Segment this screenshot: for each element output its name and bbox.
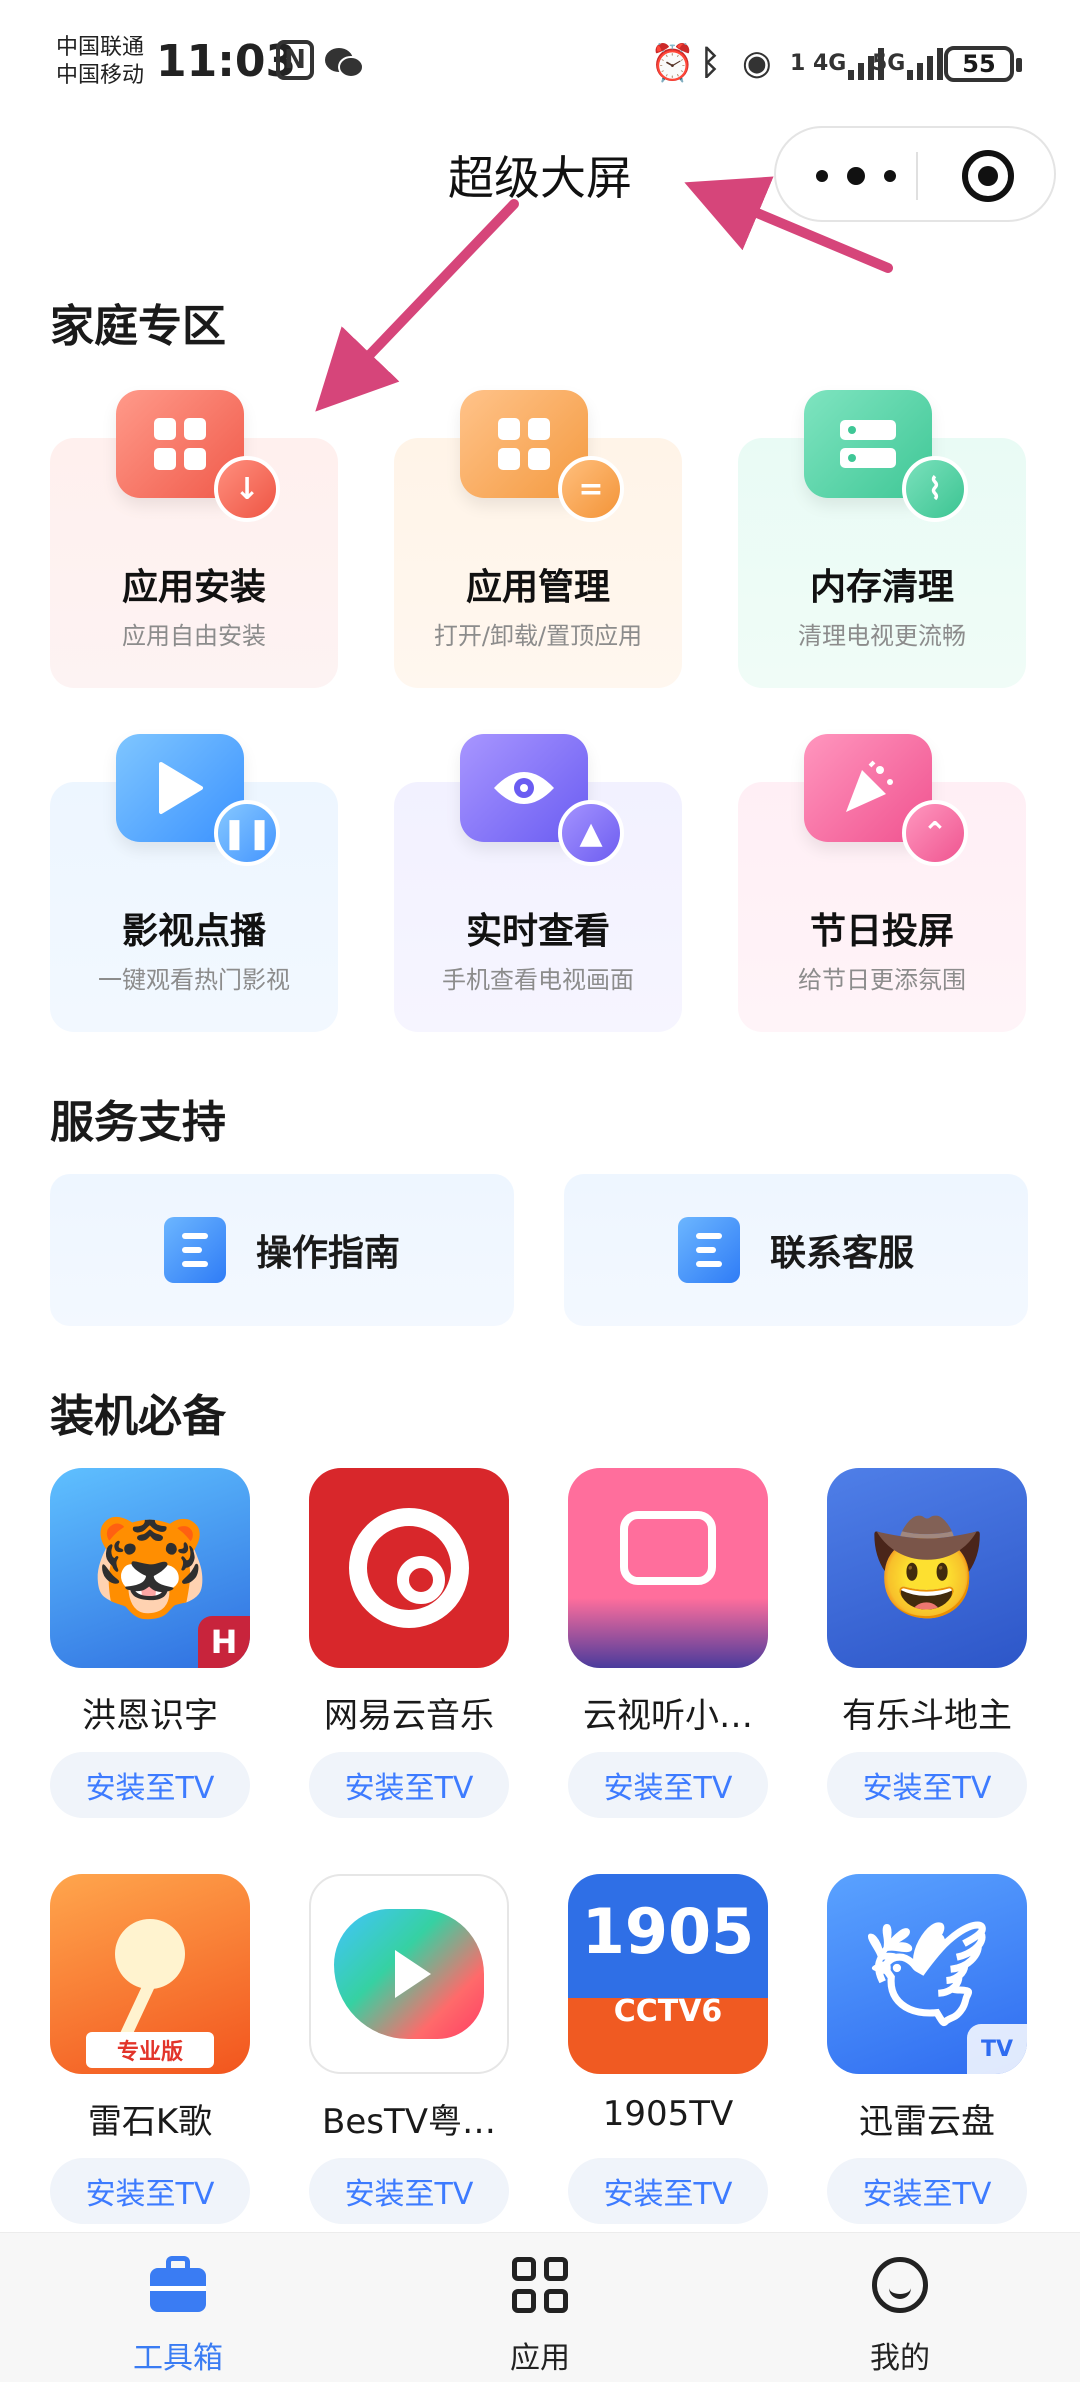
tab-apps[interactable]: 应用 [440, 2233, 640, 2382]
card-subtitle: 打开/卸载/置顶应用 [433, 622, 643, 650]
image-icon: ▲ [558, 800, 624, 866]
card-label: 应用管理 [465, 567, 610, 608]
youle-landlord-icon[interactable]: 🤠 [827, 1468, 1027, 1668]
app-item: 云视听小… 安装至TV [568, 1468, 768, 1818]
install-to-tv-button[interactable]: 安装至TV [568, 2158, 768, 2224]
alarm-icon: ⏰ [650, 43, 695, 84]
app-name: 网易云音乐 [324, 1696, 494, 1736]
app-name: 洪恩识字 [82, 1696, 218, 1736]
card-video-on-demand[interactable]: ❚❚ 影视点播 一键观看热门影视 [50, 734, 338, 1032]
signal-5g-icon: 5G [872, 40, 945, 86]
app-name: 雷石K歌 [87, 2102, 213, 2142]
app-item: 🕊 TV 迅雷云盘 安装至TV [827, 1874, 1027, 2224]
card-subtitle: 应用自由安装 [122, 622, 266, 650]
section-title-home: 家庭专区 [50, 301, 226, 352]
install-to-tv-button[interactable]: 安装至TV [50, 2158, 250, 2224]
cctv-1905-icon[interactable]: 1905 CCTV6 [568, 1874, 768, 2074]
service-label: 操作指南 [255, 1233, 400, 1274]
app-tag: TV [967, 2024, 1027, 2074]
carrier-1: 中国联通 [56, 35, 145, 60]
miniapp-capsule [774, 126, 1056, 222]
download-arrow-icon: ↓ [214, 456, 280, 522]
card-label: 影视点播 [121, 911, 266, 952]
hongen-tiger-icon[interactable]: 🐯 H [50, 1468, 250, 1668]
tab-toolbox[interactable]: 工具箱 [78, 2233, 278, 2382]
app-item: 1905 CCTV6 1905TV 安装至TV [568, 1874, 768, 2224]
install-to-tv-button[interactable]: 安装至TV [309, 2158, 509, 2224]
cast-screen-icon: ⌃ [902, 800, 968, 866]
yunshi-tv-icon[interactable] [568, 1468, 768, 1668]
app-name: 迅雷云盘 [859, 2102, 995, 2142]
tab-label: 我的 [870, 2341, 930, 2376]
app-item: 🤠 有乐斗地主 安装至TV [827, 1468, 1027, 1818]
install-to-tv-button[interactable]: 安装至TV [827, 2158, 1027, 2224]
card-subtitle: 一键观看热门影视 [98, 966, 290, 994]
battery-icon: 55 [944, 46, 1022, 82]
app-item: 专业版 雷石K歌 安装至TV [50, 1874, 250, 2224]
apps-grid-icon [510, 2255, 570, 2315]
card-subtitle: 手机查看电视画面 [442, 966, 634, 994]
service-label: 联系客服 [769, 1233, 914, 1274]
carrier-info: 中国联通 中国移动 [56, 34, 144, 90]
card-app-manage[interactable]: = 应用管理 打开/卸载/置顶应用 [394, 390, 682, 688]
more-menu-icon[interactable] [816, 158, 896, 194]
service-contact-button[interactable]: 联系客服 [564, 1174, 1028, 1326]
section-title-service: 服务支持 [50, 1097, 226, 1148]
tab-label: 工具箱 [133, 2341, 223, 2376]
card-festival-cast[interactable]: ⌃ 节日投屏 给节日更添氛围 [738, 734, 1026, 1032]
xunlei-bird-icon[interactable]: 🕊 TV [827, 1874, 1027, 2074]
app-name: 有乐斗地主 [842, 1696, 1012, 1736]
status-bar: 中国联通 中国移动 11:03 N ⏰ ᛒ ◉ 1 4G 5G 55 [0, 0, 1080, 120]
service-guide-button[interactable]: 操作指南 [50, 1174, 514, 1326]
card-label: 应用安装 [121, 567, 266, 608]
customer-service-icon [677, 1217, 740, 1283]
tab-label: 应用 [510, 2341, 570, 2376]
smile-profile-icon [870, 2255, 930, 2315]
bluetooth-icon: ᛒ [700, 43, 721, 83]
netease-music-icon[interactable] [309, 1468, 509, 1668]
card-subtitle: 给节日更添氛围 [798, 966, 966, 994]
install-to-tv-button[interactable]: 安装至TV [568, 1752, 768, 1818]
guide-doc-icon [163, 1217, 226, 1283]
pause-icon: ❚❚ [214, 800, 280, 866]
card-label: 实时查看 [465, 911, 610, 952]
card-app-install[interactable]: ↓ 应用安装 应用自由安装 [50, 390, 338, 688]
toolbox-icon [148, 2255, 208, 2315]
bottom-tab-bar: 工具箱 应用 我的 [0, 2232, 1080, 2382]
carrier-2: 中国移动 [56, 63, 145, 88]
install-to-tv-button[interactable]: 安装至TV [50, 1752, 250, 1818]
app-item: BesTV粤… 安装至TV [309, 1874, 509, 2224]
card-label: 内存清理 [809, 567, 954, 608]
broom-icon: ⌇ [902, 456, 968, 522]
app-name: 1905TV [602, 2094, 734, 2134]
app-tag: 专业版 [86, 2032, 214, 2068]
wechat-icon [322, 40, 366, 86]
close-miniapp-icon[interactable] [962, 150, 1014, 202]
app-item: 网易云音乐 安装至TV [309, 1468, 509, 1818]
app-name: 云视听小… [583, 1696, 753, 1736]
card-label: 节日投屏 [809, 911, 954, 952]
hotspot-icon: ◉ [742, 43, 772, 83]
bestv-play-icon[interactable] [309, 1874, 509, 2074]
annotation-arrow-left [315, 199, 519, 412]
leishi-mic-icon[interactable]: 专业版 [50, 1874, 250, 2074]
card-subtitle: 清理电视更流畅 [798, 622, 966, 650]
card-live-view[interactable]: ▲ 实时查看 手机查看电视画面 [394, 734, 682, 1032]
install-to-tv-button[interactable]: 安装至TV [827, 1752, 1027, 1818]
nfc-icon: N [276, 40, 314, 80]
app-name: BesTV粤… [322, 2102, 496, 2142]
tab-mine[interactable]: 我的 [800, 2233, 1000, 2382]
card-memory-clean[interactable]: ⌇ 内存清理 清理电视更流畅 [738, 390, 1026, 688]
list-lines-icon: = [558, 456, 624, 522]
install-to-tv-button[interactable]: 安装至TV [309, 1752, 509, 1818]
capsule-divider [916, 152, 918, 200]
section-title-apps: 装机必备 [50, 1391, 226, 1442]
app-item: 🐯 H 洪恩识字 安装至TV [50, 1468, 250, 1818]
